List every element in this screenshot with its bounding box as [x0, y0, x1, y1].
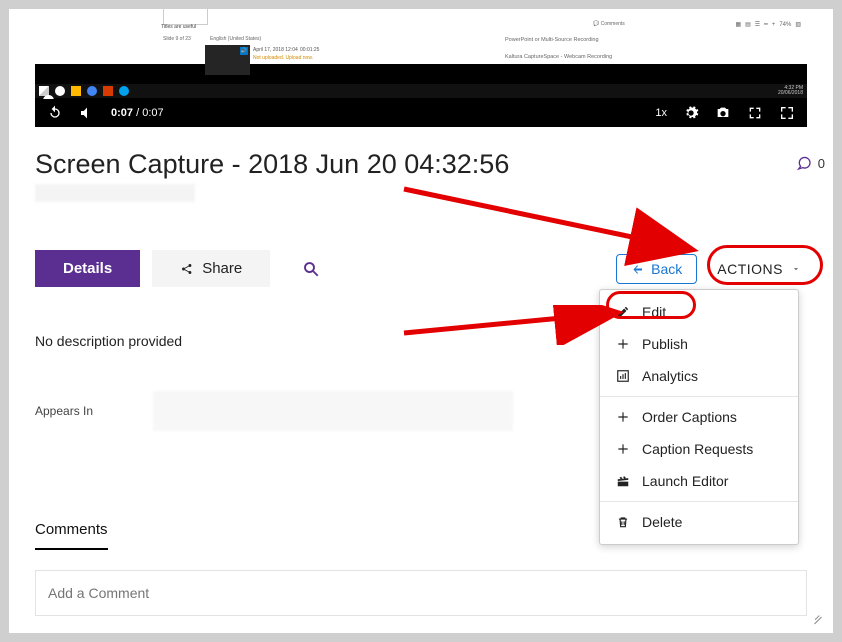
video-content-mock: Titles are useful Slide 9 of 23 English …	[35, 9, 807, 64]
recording-type-2: Kaltura CaptureSpace - Webcam Recording	[505, 54, 612, 60]
view-toolbar: ▦▤☰━+ 74%▧	[735, 21, 801, 28]
comment-icon	[796, 155, 812, 171]
tab-row: Details Share Back ACTIONS	[35, 250, 807, 287]
language-label: English (United States)	[210, 36, 261, 42]
menu-publish[interactable]: Publish	[600, 328, 798, 360]
menu-separator	[600, 501, 798, 502]
recording-duration: 00:01:25	[300, 47, 319, 53]
time-display: 0:07 / 0:07	[111, 107, 164, 119]
comments-label-small: 💬 Comments	[593, 21, 625, 27]
folder-icon	[71, 86, 81, 96]
comments-count[interactable]: 0	[796, 155, 825, 171]
menu-delete[interactable]: Delete	[600, 506, 798, 538]
app-window: Titles are useful Slide 9 of 23 English …	[9, 9, 833, 633]
recording-type-1: PowerPoint or Multi-Source Recording	[505, 37, 599, 43]
appears-in-redacted	[153, 391, 513, 431]
menu-separator	[600, 396, 798, 397]
back-button[interactable]: Back	[616, 254, 697, 284]
tab-details[interactable]: Details	[35, 250, 140, 287]
resize-handle[interactable]	[809, 609, 823, 623]
plus-icon	[616, 410, 630, 424]
system-clock: 4:32 PM20/06/2018	[778, 86, 803, 97]
comment-input[interactable]	[35, 570, 807, 616]
chevron-down-icon	[791, 264, 801, 274]
plus-icon	[616, 442, 630, 456]
upload-thumbnail: 🔊	[205, 45, 250, 75]
comments-heading: Comments	[35, 521, 108, 550]
slide-thumbnail	[163, 9, 208, 25]
video-player: Titles are useful Slide 9 of 23 English …	[35, 9, 807, 127]
powerpoint-icon	[103, 86, 113, 96]
expand-icon[interactable]	[747, 105, 763, 121]
menu-launch-editor[interactable]: Launch Editor	[600, 465, 798, 497]
slide-title-label: Titles are useful	[161, 24, 196, 30]
camera-icon[interactable]	[715, 105, 731, 121]
speaker-icon: 🔊	[240, 47, 248, 55]
fullscreen-icon[interactable]	[779, 105, 795, 121]
trash-icon	[616, 515, 630, 529]
replay-icon[interactable]	[47, 105, 63, 121]
search-taskbar-icon	[55, 86, 65, 96]
appears-in-label: Appears In	[35, 404, 93, 418]
tab-share[interactable]: Share	[152, 250, 270, 287]
video-controls-bar: 0:07 / 0:07 1x	[35, 99, 807, 127]
menu-caption-requests[interactable]: Caption Requests	[600, 433, 798, 465]
search-icon[interactable]	[302, 260, 320, 278]
owner-name-redacted	[35, 184, 195, 202]
volume-icon[interactable]	[79, 105, 95, 121]
clapper-icon	[616, 474, 630, 488]
menu-analytics[interactable]: Analytics	[600, 360, 798, 392]
page-title: Screen Capture - 2018 Jun 20 04:32:56	[35, 149, 807, 180]
menu-order-captions[interactable]: Order Captions	[600, 401, 798, 433]
arrow-left-icon	[631, 263, 645, 275]
pencil-icon	[616, 305, 630, 319]
actions-menu: Edit Publish Analytics Order Captions Ca…	[599, 289, 799, 545]
menu-edit[interactable]: Edit	[600, 296, 798, 328]
upload-warning: Not uploaded. Upload now.	[253, 55, 313, 61]
app-icon	[119, 86, 129, 96]
windows-taskbar: 4:32 PM20/06/2018	[35, 84, 807, 98]
chrome-icon	[87, 86, 97, 96]
recording-date: April 17, 2018 12:04	[253, 47, 298, 53]
plus-icon	[616, 337, 630, 351]
actions-button[interactable]: ACTIONS	[711, 257, 807, 281]
share-icon	[180, 262, 194, 276]
chart-icon	[616, 369, 630, 383]
gear-icon[interactable]	[683, 105, 699, 121]
playback-speed[interactable]: 1x	[655, 107, 667, 119]
slide-counter: Slide 9 of 23	[163, 36, 191, 42]
